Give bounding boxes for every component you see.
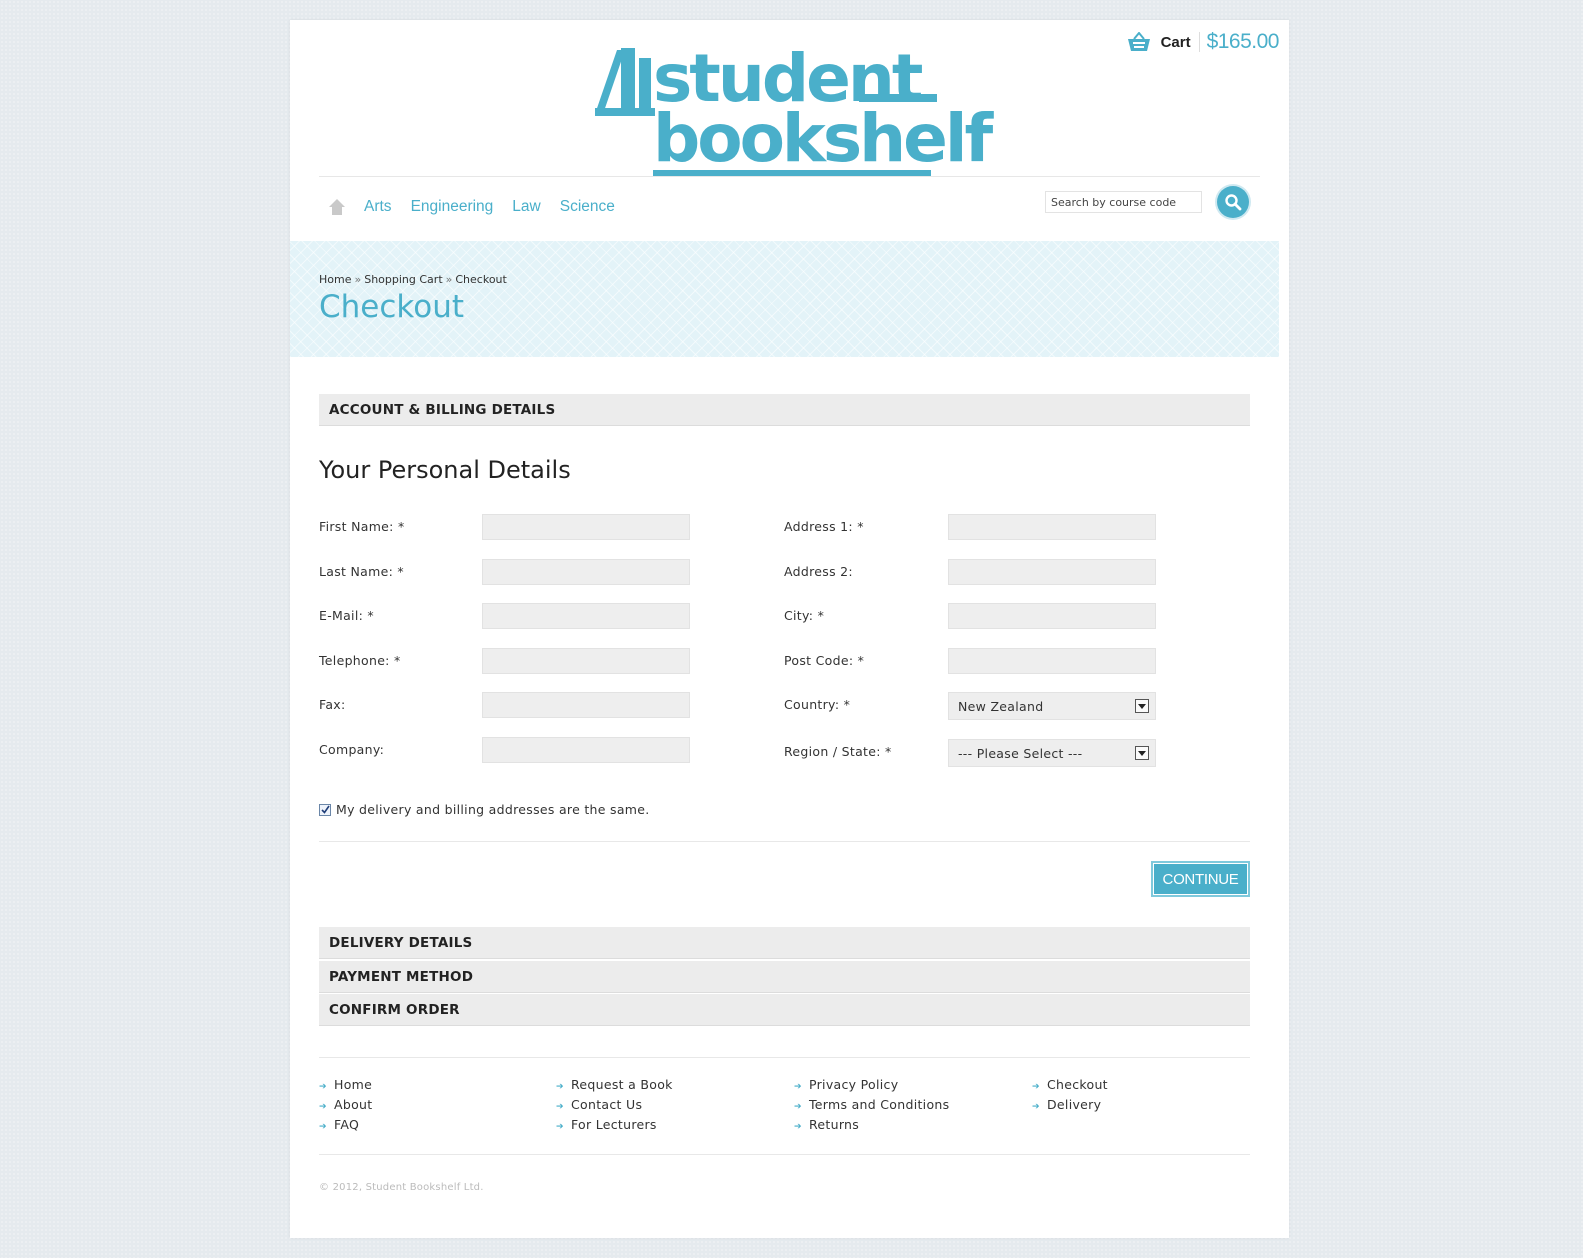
same-address-row: My delivery and billing addresses are th… [319,802,650,817]
postcode-field[interactable] [948,648,1156,674]
country-label: Country: * [784,697,851,712]
postcode-label: Post Code: * [784,653,865,668]
dropdown-arrow-icon[interactable] [1135,699,1149,713]
logo-line2: bookshelf [653,100,993,177]
footer-link-returns[interactable]: ➔ Returns [794,1116,949,1136]
cart-icon [1127,32,1150,51]
footer-link-lecturers[interactable]: ➔ For Lecturers [556,1116,673,1136]
arrow-bullet-icon: ➔ [794,1082,802,1092]
country-value: New Zealand [958,699,1044,714]
section-payment-method[interactable]: PAYMENT METHOD [319,961,1250,993]
page-title: Checkout [319,289,465,325]
region-value: --- Please Select --- [958,746,1083,761]
footer-top-divider [319,1057,1250,1058]
footer-link-contact[interactable]: ➔ Contact Us [556,1096,673,1116]
company-field[interactable] [482,737,690,763]
address1-label: Address 1: * [784,519,864,534]
arrow-bullet-icon: ➔ [1032,1082,1040,1092]
footer-link-delivery[interactable]: ➔ Delivery [1032,1096,1108,1116]
first-name-label: First Name: * [319,519,405,534]
fax-label: Fax: [319,697,346,712]
main-nav: Arts Engineering Law Science [328,198,634,216]
personal-details-title: Your Personal Details [319,456,571,484]
dropdown-arrow-icon[interactable] [1135,746,1149,760]
cart-summary[interactable]: Cart $165.00 [1127,30,1280,54]
breadcrumb-checkout[interactable]: Checkout [455,273,506,286]
company-label: Company: [319,742,385,757]
telephone-field[interactable] [482,648,690,674]
continue-button[interactable]: CONTINUE [1151,861,1250,897]
city-field[interactable] [948,603,1156,629]
nav-item-science[interactable]: Science [560,198,615,216]
last-name-field[interactable] [482,559,690,585]
region-label: Region / State: * [784,744,892,759]
same-address-checkbox[interactable] [319,803,331,816]
footer-link-checkout[interactable]: ➔ Checkout [1032,1076,1108,1096]
breadcrumb-cart[interactable]: Shopping Cart [364,273,442,286]
nav-divider [319,176,1260,177]
first-name-field[interactable] [482,514,690,540]
footer-column-2: ➔ Request a Book ➔ Contact Us ➔ For Lecture… [556,1076,673,1136]
footer-link-about[interactable]: ➔ About [319,1096,372,1116]
email-label: E-Mail: * [319,608,374,623]
nav-item-arts[interactable]: Arts [364,198,392,216]
arrow-bullet-icon: ➔ [319,1102,327,1112]
cart-label: Cart [1160,33,1191,51]
same-address-label: My delivery and billing addresses are th… [336,802,650,817]
email-field[interactable] [482,603,690,629]
address1-field[interactable] [948,514,1156,540]
nav-item-law[interactable]: Law [512,198,540,216]
arrow-bullet-icon: ➔ [556,1122,564,1132]
checkmark-icon [320,805,330,814]
arrow-bullet-icon: ➔ [556,1082,564,1092]
breadcrumb: Home» Shopping Cart» Checkout [319,273,507,286]
section-delivery-details[interactable]: DELIVERY DETAILS [319,927,1250,959]
home-icon[interactable] [328,198,346,216]
logo-books-icon [595,48,655,116]
section-account-billing[interactable]: ACCOUNT & BILLING DETAILS [319,394,1250,426]
breadcrumb-home[interactable]: Home [319,273,351,286]
search-icon [1225,194,1242,211]
footer-link-terms[interactable]: ➔ Terms and Conditions [794,1096,949,1116]
footer-link-request-book[interactable]: ➔ Request a Book [556,1076,673,1096]
arrow-bullet-icon: ➔ [794,1122,802,1132]
arrow-bullet-icon: ➔ [319,1122,327,1132]
footer-column-3: ➔ Privacy Policy ➔ Terms and Conditions ➔ R… [794,1076,949,1136]
footer-link-home[interactable]: ➔ Home [319,1076,372,1096]
arrow-bullet-icon: ➔ [794,1102,802,1112]
page-container: student bookshelf Cart $165.00 Arts Engi… [290,20,1289,1238]
region-select[interactable]: --- Please Select --- [948,739,1156,767]
footer-link-faq[interactable]: ➔ FAQ [319,1116,372,1136]
address2-field[interactable] [948,559,1156,585]
copyright: © 2012, Student Bookshelf Ltd. [319,1182,484,1193]
site-logo[interactable]: student bookshelf [595,34,993,184]
search-input[interactable]: Search by course code [1045,191,1202,213]
arrow-bullet-icon: ➔ [1032,1102,1040,1112]
address2-label: Address 2: [784,564,853,579]
form-divider [319,841,1250,842]
fax-field[interactable] [482,692,690,718]
footer-column-4: ➔ Checkout ➔ Delivery [1032,1076,1108,1116]
arrow-bullet-icon: ➔ [319,1082,327,1092]
cart-total: $165.00 [1206,30,1280,53]
search-button[interactable] [1217,186,1249,218]
section-confirm-order[interactable]: CONFIRM ORDER [319,994,1250,1026]
cart-divider [1198,32,1200,52]
city-label: City: * [784,608,825,623]
arrow-bullet-icon: ➔ [556,1102,564,1112]
last-name-label: Last Name: * [319,564,404,579]
footer-column-1: ➔ Home ➔ About ➔ FAQ [319,1076,372,1136]
page-banner: Home» Shopping Cart» Checkout Checkout [290,241,1279,357]
country-select[interactable]: New Zealand [948,692,1156,720]
nav-item-engineering[interactable]: Engineering [411,198,494,216]
telephone-label: Telephone: * [319,653,401,668]
footer-bottom-divider [319,1154,1250,1155]
footer-link-privacy[interactable]: ➔ Privacy Policy [794,1076,949,1096]
